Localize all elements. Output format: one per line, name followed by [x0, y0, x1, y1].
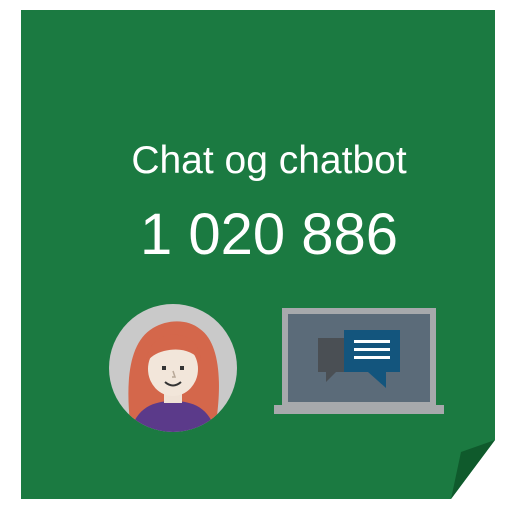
laptop-chat-icon — [274, 308, 444, 414]
stat-card: Chat og chatbot 1 020 886 — [0, 0, 505, 509]
person-avatar-icon — [109, 304, 237, 432]
card-count: 1 020 886 — [139, 202, 399, 267]
card-title: Chat og chatbot — [131, 139, 407, 182]
